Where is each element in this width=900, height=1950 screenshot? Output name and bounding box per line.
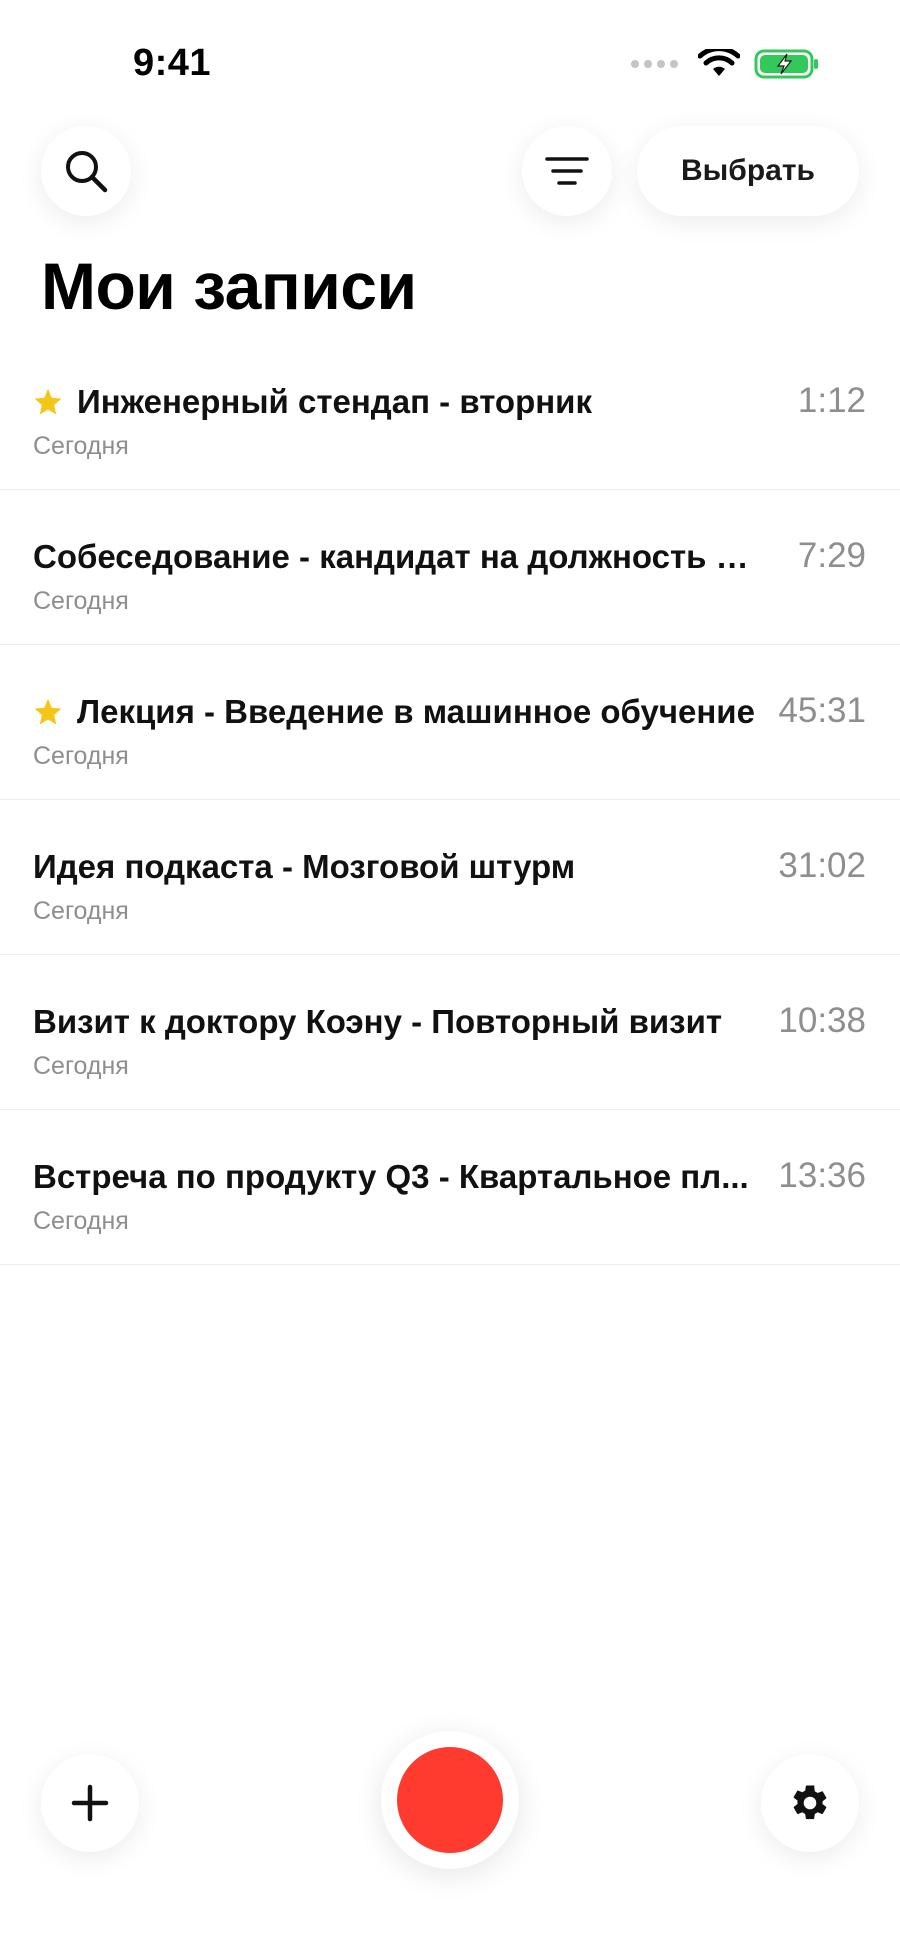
status-icons — [631, 48, 820, 80]
record-title-line: Визит к доктору Коэну - Повторный визит — [33, 1003, 722, 1041]
record-title: Идея подкаста - Мозговой штурм — [33, 848, 576, 885]
record-date: Сегодня — [33, 742, 129, 770]
record-duration: 1:12 — [797, 381, 866, 420]
record-title: Визит к доктору Коэну - Повторный визит — [33, 1003, 723, 1040]
battery-charging-icon — [754, 49, 818, 79]
record-row[interactable]: Встреча по продукту Q3 - Квартальное пл.… — [0, 1110, 900, 1265]
record-date: Сегодня — [33, 432, 129, 460]
record-row[interactable]: Лекция - Введение в машинное обучение Се… — [0, 645, 900, 800]
cellular-signal-icon — [631, 60, 678, 68]
record-row[interactable]: Собеседование - кандидат на должность Ва… — [0, 490, 900, 645]
record-duration: 7:29 — [797, 536, 866, 575]
record-title: Лекция - Введение в машинное обучение — [77, 693, 755, 730]
filter-button[interactable] — [522, 126, 612, 216]
status-bar: 9:41 — [0, 0, 900, 120]
record-button[interactable] — [381, 1731, 519, 1869]
record-date: Сегодня — [33, 1052, 129, 1080]
record-row[interactable]: Идея подкаста - Мозговой штурм Сегодня 3… — [0, 800, 900, 955]
record-duration: 10:38 — [778, 1001, 866, 1040]
filter-icon — [545, 157, 589, 185]
star-icon — [34, 388, 62, 415]
plus-icon — [71, 1784, 109, 1822]
record-row[interactable]: Визит к доктору Коэну - Повторный визит … — [0, 955, 900, 1110]
record-duration: 31:02 — [778, 846, 866, 885]
record-duration: 13:36 — [778, 1156, 866, 1195]
settings-button[interactable] — [761, 1754, 859, 1852]
select-button[interactable]: Выбрать — [637, 126, 859, 216]
record-title-line: Встреча по продукту Q3 - Квартальное пл.… — [33, 1158, 749, 1196]
record-icon — [397, 1747, 503, 1853]
record-row[interactable]: Инженерный стендап - вторник Сегодня 1:1… — [0, 335, 900, 490]
record-duration: 45:31 — [778, 691, 866, 730]
record-title-line: Идея подкаста - Мозговой штурм — [33, 848, 575, 886]
record-title-line: Лекция - Введение в машинное обучение — [33, 693, 755, 731]
record-title: Инженерный стендап - вторник — [77, 383, 592, 420]
record-title-line: Инженерный стендап - вторник — [33, 383, 592, 421]
wifi-icon — [698, 49, 740, 76]
page-title: Мои записи — [41, 249, 417, 323]
status-time: 9:41 — [133, 42, 212, 84]
add-button[interactable] — [41, 1754, 139, 1852]
search-button[interactable] — [41, 126, 131, 216]
star-icon — [34, 698, 62, 725]
record-title: Собеседование - кандидат на должность Ва… — [33, 538, 768, 575]
record-date: Сегодня — [33, 897, 129, 925]
records-list: Инженерный стендап - вторник Сегодня 1:1… — [0, 335, 900, 1265]
record-title: Встреча по продукту Q3 - Квартальное пл.… — [33, 1158, 749, 1195]
record-date: Сегодня — [33, 587, 129, 615]
record-title-line: Собеседование - кандидат на должность Ва… — [33, 538, 768, 576]
gear-icon — [793, 1785, 827, 1820]
search-icon — [66, 151, 108, 193]
record-date: Сегодня — [33, 1207, 129, 1235]
